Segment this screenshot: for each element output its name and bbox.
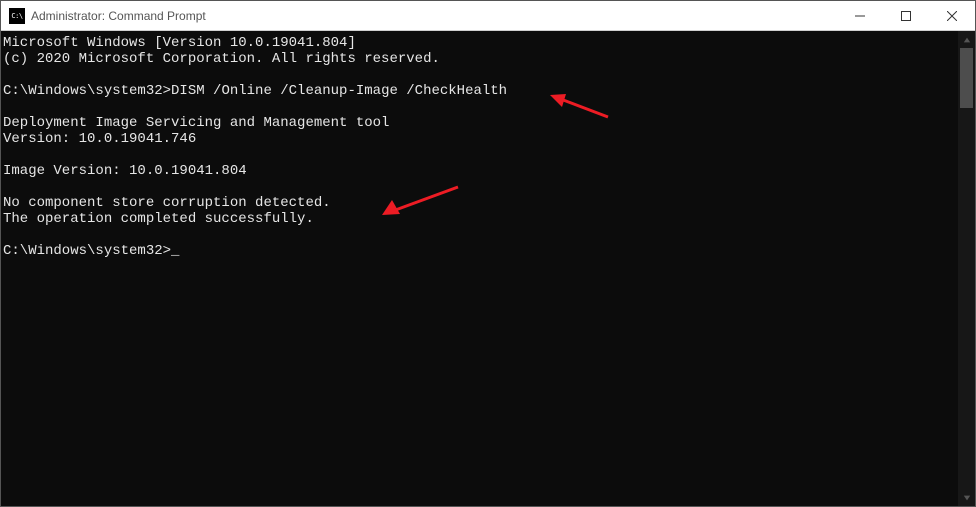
chevron-up-icon (963, 36, 971, 44)
scroll-track[interactable] (958, 48, 975, 489)
terminal-prompt: C:\Windows\system32> (3, 243, 171, 259)
terminal-line: Image Version: 10.0.19041.804 (3, 163, 247, 179)
terminal-output[interactable]: Microsoft Windows [Version 10.0.19041.80… (1, 31, 958, 506)
window-title: Administrator: Command Prompt (31, 9, 206, 23)
vertical-scrollbar[interactable] (958, 31, 975, 506)
terminal-command: DISM /Online /Cleanup-Image /CheckHealth (171, 83, 507, 99)
terminal-line: (c) 2020 Microsoft Corporation. All righ… (3, 51, 440, 67)
scroll-down-button[interactable] (958, 489, 975, 506)
annotation-arrow-2 (311, 166, 468, 243)
close-icon (947, 11, 957, 21)
maximize-button[interactable] (883, 1, 929, 31)
command-prompt-window: Administrator: Command Prompt Microsoft … (0, 0, 976, 507)
titlebar[interactable]: Administrator: Command Prompt (1, 1, 975, 31)
client-area: Microsoft Windows [Version 10.0.19041.80… (1, 31, 975, 506)
terminal-line: No component store corruption detected. (3, 195, 331, 211)
chevron-down-icon (963, 494, 971, 502)
terminal-line: Version: 10.0.19041.746 (3, 131, 196, 147)
scroll-up-button[interactable] (958, 31, 975, 48)
terminal-line: The operation completed successfully. (3, 211, 314, 227)
minimize-icon (855, 11, 865, 21)
minimize-button[interactable] (837, 1, 883, 31)
maximize-icon (901, 11, 911, 21)
scroll-thumb[interactable] (960, 48, 973, 108)
terminal-line: Microsoft Windows [Version 10.0.19041.80… (3, 35, 356, 51)
close-button[interactable] (929, 1, 975, 31)
terminal-line: Deployment Image Servicing and Managemen… (3, 115, 389, 131)
cmd-icon (9, 8, 25, 24)
terminal-cursor: _ (171, 243, 179, 259)
terminal-prompt: C:\Windows\system32> (3, 83, 171, 99)
